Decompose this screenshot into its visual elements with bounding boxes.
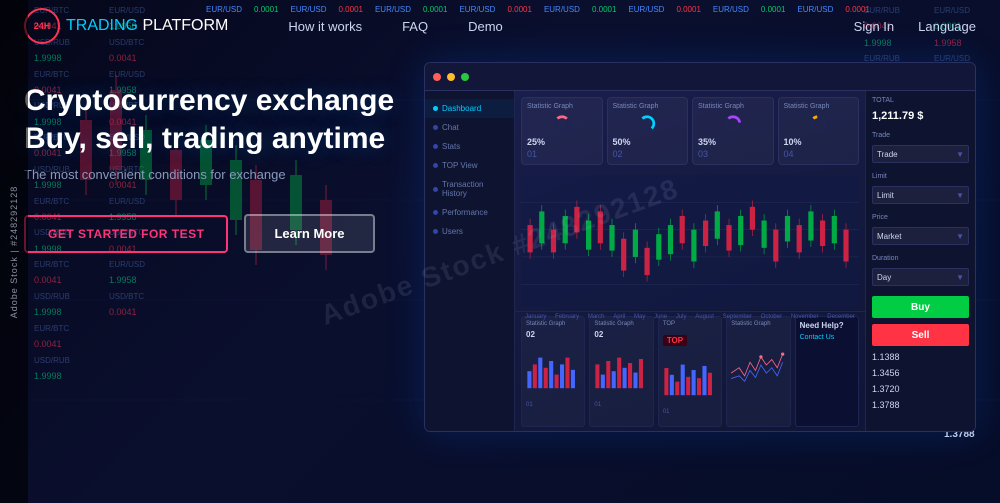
buy-button[interactable]: Buy	[872, 296, 969, 318]
sell-button[interactable]: Sell	[872, 324, 969, 346]
chevron-down-icon: ▼	[956, 273, 964, 282]
stat-cards-row: Statistic Graph 25% 01 Statistic Graph	[515, 91, 865, 171]
adobe-stock-label: Adobe Stock | #248292128	[0, 0, 28, 503]
nav-right: Sign In Language	[854, 19, 976, 34]
sidebar-item-stats[interactable]: Stats	[425, 137, 514, 156]
dashboard-bottom-charts: Statistic Graph 02	[515, 311, 865, 431]
sidebar-item-top-view[interactable]: TOP View	[425, 156, 514, 175]
stat-card-2: Statistic Graph 50% 02	[607, 97, 689, 165]
mini-line-chart	[731, 330, 785, 400]
duration-select[interactable]: Day ▼	[872, 268, 969, 286]
language-selector[interactable]: Language	[918, 19, 976, 34]
sidebar-item-users[interactable]: Users	[425, 222, 514, 241]
donut-chart-3	[719, 114, 747, 133]
hero-title-line2: Buy, sell, trading anytime	[24, 122, 385, 155]
bottom-card-2: Statistic Graph 02	[589, 316, 653, 427]
chart-month-labels: January February March April May June Ju…	[521, 314, 859, 320]
logo-icon: 24H	[24, 8, 60, 44]
hero-buttons: GET STARTED FOR TEST Learn More	[24, 214, 404, 253]
bottom-card-1: Statistic Graph 02	[521, 316, 585, 427]
trade-select[interactable]: Trade ▼	[872, 145, 969, 163]
mini-bar-chart-2	[594, 342, 648, 397]
hero-title-line1: Cryptocurrency exchange	[24, 84, 394, 117]
contact-us-link[interactable]: Contact Us	[800, 334, 854, 341]
sidebar-item-dashboard[interactable]: Dashboard	[425, 99, 514, 118]
nav-how-it-works[interactable]: How it works	[288, 19, 362, 34]
nav-faq[interactable]: FAQ	[402, 19, 428, 34]
donut-chart-1	[548, 114, 576, 133]
window-dot-yellow	[447, 73, 455, 81]
sidebar-dot	[433, 106, 438, 111]
logo-text: TRADING PLATFORM	[66, 17, 228, 35]
sidebar-item-transaction-history[interactable]: Transaction History	[425, 175, 514, 203]
sidebar-dot	[433, 125, 438, 130]
bottom-card-4: Statistic Graph	[726, 316, 790, 427]
dashboard-header-bar	[425, 63, 975, 91]
bottom-card-3: TOP TOP	[658, 316, 722, 427]
main-content: 24H TRADING PLATFORM How it works FAQ De…	[0, 0, 1000, 503]
hero-subtitle: The most convenient conditions for excha…	[24, 167, 404, 182]
hero-title: Cryptocurrency exchange Buy, sell, tradi…	[24, 82, 404, 157]
stat-card-4: Statistic Graph 10% 04	[778, 97, 860, 165]
sign-in-link[interactable]: Sign In	[854, 19, 894, 34]
chevron-down-icon: ▼	[956, 232, 964, 241]
sidebar-dot	[433, 210, 438, 215]
chevron-down-icon: ▼	[956, 191, 964, 200]
donut-chart-2	[633, 114, 661, 133]
price-select[interactable]: Market ▼	[872, 227, 969, 245]
sidebar-dot	[433, 163, 438, 168]
nav-demo[interactable]: Demo	[468, 19, 503, 34]
dashboard-sidebar: Dashboard Chat Stats TOP View	[425, 91, 515, 431]
mini-bar-chart-1	[526, 342, 580, 397]
get-started-button[interactable]: GET STARTED FOR TEST	[24, 215, 228, 253]
window-dot-green	[461, 73, 469, 81]
sidebar-dot	[433, 229, 438, 234]
sidebar-dot	[433, 187, 438, 192]
sidebar-item-chat[interactable]: Chat	[425, 118, 514, 137]
bottom-card-need-help: Need Help? Contact Us	[795, 316, 859, 427]
learn-more-button[interactable]: Learn More	[244, 214, 374, 253]
dashboard-mockup: Dashboard Chat Stats TOP View	[424, 62, 976, 432]
window-dot-red	[433, 73, 441, 81]
stat-card-3: Statistic Graph 35% 03	[692, 97, 774, 165]
mini-bar-chart-3	[663, 349, 717, 404]
stat-card-1: Statistic Graph 25% 01	[521, 97, 603, 165]
dashboard-chart-area: January February March April May June Ju…	[515, 171, 865, 311]
dashboard-body: Dashboard Chat Stats TOP View	[425, 91, 975, 431]
chevron-down-icon: ▼	[956, 150, 964, 159]
sidebar-dot	[433, 144, 438, 149]
candlestick-chart-svg	[521, 175, 859, 307]
limit-select[interactable]: Limit ▼	[872, 186, 969, 204]
dashboard-right-panel: TOTAL 1,211.79 $ Trade Trade ▼ Limit Lim…	[865, 91, 975, 431]
logo: 24H TRADING PLATFORM	[24, 8, 228, 44]
dashboard-main-area: Statistic Graph 25% 01 Statistic Graph	[515, 91, 865, 431]
sidebar-item-performance[interactable]: Performance	[425, 203, 514, 222]
hero-left-content: Cryptocurrency exchange Buy, sell, tradi…	[24, 52, 404, 253]
hero-section: Cryptocurrency exchange Buy, sell, tradi…	[0, 52, 1000, 503]
nav-links: How it works FAQ Demo	[288, 19, 853, 34]
navigation-header: 24H TRADING PLATFORM How it works FAQ De…	[0, 0, 1000, 52]
donut-chart-4	[804, 114, 832, 133]
